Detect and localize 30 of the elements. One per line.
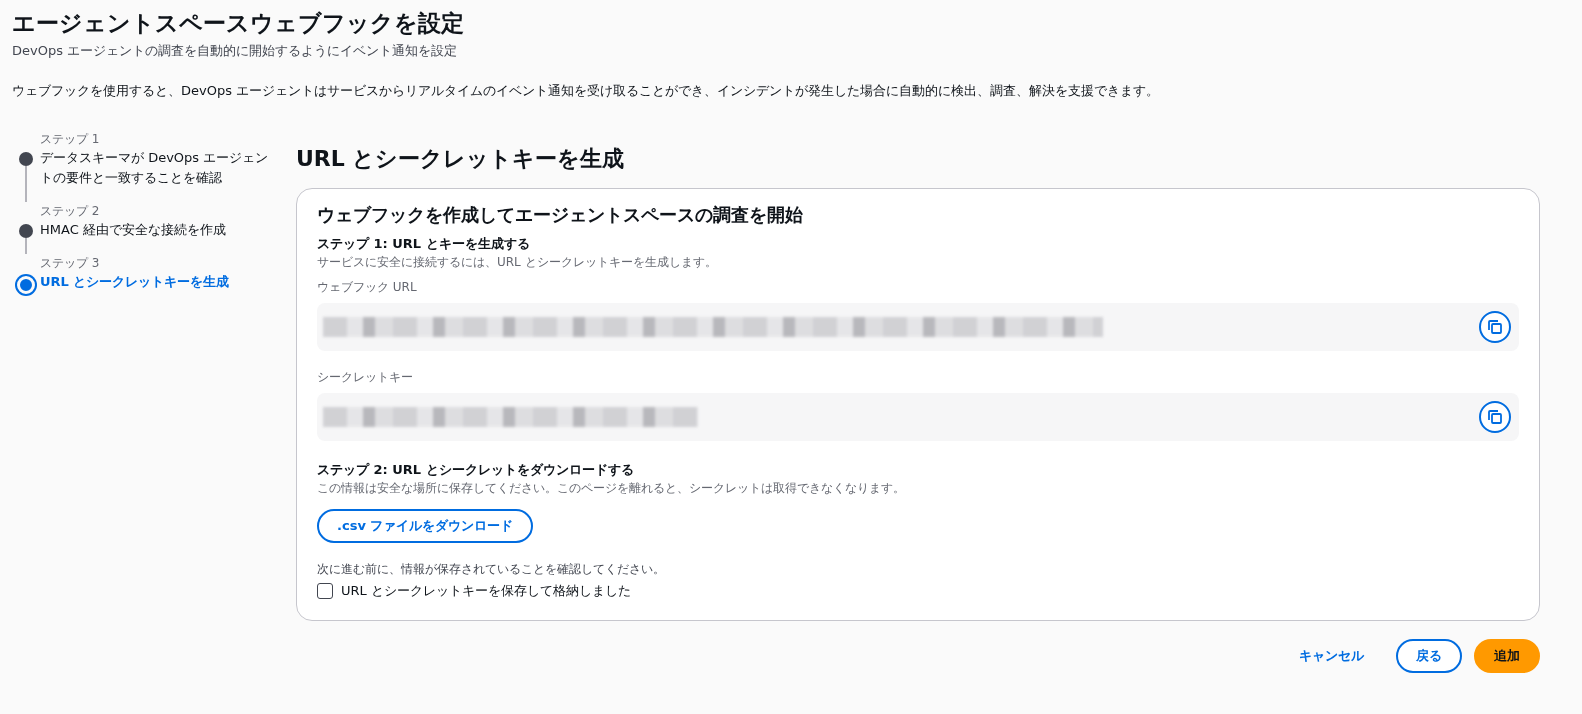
field-label: ウェブフック URL — [317, 279, 418, 296]
readonly-field[interactable] — [317, 393, 1519, 441]
step-title[interactable]: URL とシークレットキーを生成 — [40, 272, 274, 306]
checkbox[interactable] — [317, 583, 333, 599]
readonly-field[interactable] — [317, 303, 1519, 351]
copy-icon — [1487, 319, 1503, 335]
step-title[interactable]: HMAC 経由で安全な接続を作成 — [40, 220, 274, 254]
confirm-hint: 次に進む前に、情報が保存されていることを確認してください。 — [317, 561, 666, 578]
download-button[interactable]: .csv ファイルをダウンロード — [317, 509, 534, 543]
section-heading: URL とシークレットキーを生成 — [296, 145, 626, 173]
step-description: サービスに安全に接続するには、URL とシークレットキーを生成します。 — [317, 254, 718, 271]
step-label: ステップ 2 — [40, 203, 101, 220]
back-button[interactable]: 戻る — [1396, 639, 1462, 673]
step-heading: ステップ 2: URL とシークレットをダウンロードする — [317, 461, 635, 479]
copy-button[interactable] — [1479, 311, 1511, 343]
cancel-link[interactable]: キャンセル — [1279, 639, 1384, 673]
step-heading: ステップ 1: URL とキーを生成する — [317, 235, 531, 253]
copy-button[interactable] — [1479, 401, 1511, 433]
card-title: ウェブフックを作成してエージェントスペースの調査を開始 — [317, 203, 804, 227]
checkbox-label[interactable]: URL とシークレットキーを保存して格納しました — [341, 582, 631, 600]
page-description: ウェブフックを使用すると、DevOps エージェントはサービスからリアルタイムのイベント通知を受け取ることができ、インシデントが発生した場合に自動的に検出、調査、解決を支援できます。 — [12, 82, 1161, 100]
step-description: この情報は安全な場所に保存してください。このページを離れると、シークレットは取得できなくなります。 — [317, 480, 906, 497]
step-title[interactable]: データスキーマが DevOps エージェントの要件と一致することを確認 — [40, 148, 274, 202]
field-label: シークレットキー — [317, 369, 414, 386]
page-subtitle: DevOps エージェントの調査を自動的に開始するようにイベント通知を設定 — [12, 42, 459, 60]
primary-button[interactable]: 追加 — [1474, 639, 1540, 673]
page-title: エージェントスペースウェブフックを設定 — [12, 9, 465, 38]
step-label: ステップ 3 — [40, 255, 101, 272]
step-label: ステップ 1 — [40, 131, 101, 148]
copy-icon — [1487, 409, 1503, 425]
